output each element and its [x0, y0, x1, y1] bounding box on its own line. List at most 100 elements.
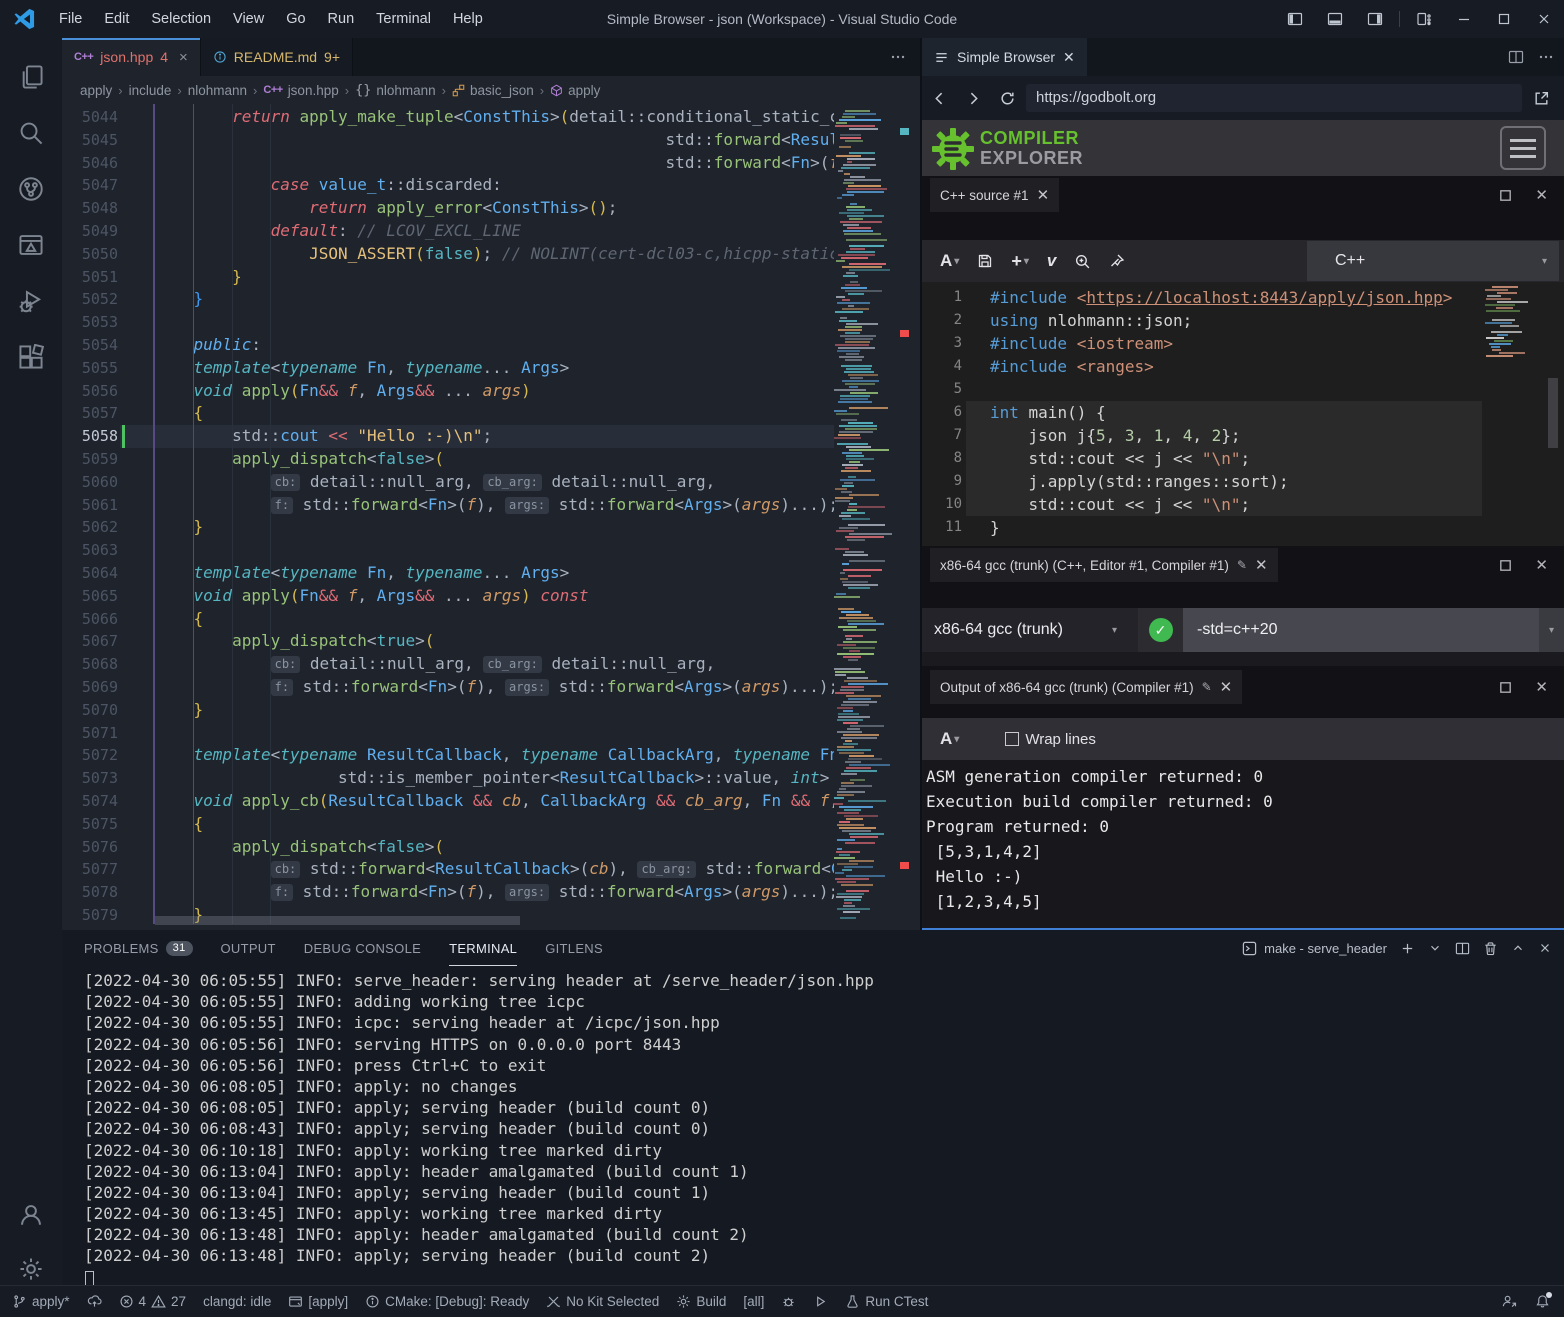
- activity-extensions-icon[interactable]: [0, 332, 62, 382]
- horizontal-scrollbar[interactable]: [155, 916, 520, 925]
- font-size-button[interactable]: A▾: [940, 251, 959, 271]
- minimize-icon[interactable]: [1444, 0, 1484, 38]
- status-bug[interactable]: [781, 1294, 796, 1309]
- minimap[interactable]: [832, 104, 894, 930]
- tab-json.hpp[interactable]: C++json.hpp4×: [62, 38, 201, 76]
- editor-actions[interactable]: [890, 38, 906, 76]
- language-select[interactable]: C++ ▾: [1307, 241, 1559, 281]
- cursor-jump-icon[interactable]: [1109, 253, 1125, 269]
- breadcrumb-item-include[interactable]: include: [129, 83, 172, 98]
- menu-run[interactable]: Run: [317, 0, 366, 38]
- menu-go[interactable]: Go: [275, 0, 316, 38]
- status-play[interactable]: [813, 1294, 828, 1309]
- maximize-icon[interactable]: [1484, 0, 1524, 38]
- close-pane-icon[interactable]: ✕: [1535, 186, 1548, 204]
- activity-account-icon[interactable]: [0, 1190, 62, 1240]
- forward-icon[interactable]: [956, 90, 990, 107]
- compiler-pane-tab[interactable]: x86-64 gcc (trunk) (C++, Editor #1, Comp…: [930, 548, 1278, 582]
- status-bell[interactable]: [1535, 1294, 1550, 1309]
- status-4[interactable]: 427: [119, 1294, 187, 1309]
- customize-layout-icon[interactable]: [1404, 0, 1444, 38]
- menu-help[interactable]: Help: [442, 0, 494, 38]
- breadcrumb-item-nlohmann[interactable]: nlohmann: [188, 83, 247, 98]
- layout-sidebar-left-icon[interactable]: [1275, 0, 1315, 38]
- source-pane-tab[interactable]: C++ source #1 ✕: [930, 178, 1059, 212]
- status-run-ctest[interactable]: Run CTest: [845, 1294, 928, 1309]
- breadcrumb-item-jsonhpp[interactable]: C++json.hpp: [263, 83, 338, 98]
- tab-simple-browser[interactable]: Simple Browser ✕: [922, 38, 1087, 76]
- close-panel-icon[interactable]: [1538, 941, 1552, 955]
- maximize-panel-icon[interactable]: [1511, 941, 1525, 955]
- layout-sidebar-right-icon[interactable]: [1355, 0, 1395, 38]
- maximize-pane-icon[interactable]: [1498, 680, 1513, 695]
- hamburger-menu-icon[interactable]: [1500, 126, 1546, 170]
- output-pane-tab[interactable]: Output of x86-64 gcc (trunk) (Compiler #…: [930, 670, 1242, 704]
- panel-tab-terminal[interactable]: TERMINAL: [449, 930, 517, 966]
- panel-tab-problems[interactable]: PROBLEMS31: [84, 930, 193, 966]
- tab-readme.md[interactable]: README.md9+: [201, 38, 353, 76]
- activity-files-icon[interactable]: [0, 52, 62, 102]
- maximize-pane-icon[interactable]: [1498, 188, 1513, 203]
- close-pane-icon[interactable]: ✕: [1535, 556, 1548, 574]
- activity-source-control-icon[interactable]: [0, 164, 62, 214]
- compiler-args-input[interactable]: -std=c++20: [1183, 608, 1539, 652]
- wrap-lines-checkbox[interactable]: [1005, 732, 1019, 746]
- panel-tab-debug-console[interactable]: DEBUG CONSOLE: [304, 930, 421, 966]
- new-terminal-icon[interactable]: [1400, 941, 1415, 956]
- rename-icon[interactable]: ✎: [1202, 680, 1212, 694]
- rename-icon[interactable]: ✎: [1237, 558, 1247, 572]
- more-actions-icon[interactable]: [1538, 49, 1554, 65]
- close-window-icon[interactable]: [1524, 0, 1564, 38]
- breadcrumb-item-nlohmann[interactable]: {}nlohmann: [355, 82, 436, 98]
- activity-search-icon[interactable]: [0, 108, 62, 158]
- close-icon[interactable]: ✕: [1063, 49, 1075, 66]
- close-icon[interactable]: ✕: [1255, 556, 1268, 574]
- save-icon[interactable]: [977, 253, 993, 269]
- terminal-picker[interactable]: make - serve_header: [1242, 941, 1387, 956]
- split-editor-icon[interactable]: [1508, 49, 1524, 65]
- status-no-kit-selected[interactable]: No Kit Selected: [546, 1294, 659, 1309]
- status-cmake-debug-ready[interactable]: CMake: [Debug]: Ready: [365, 1294, 529, 1309]
- breadcrumb-item-apply[interactable]: apply: [80, 83, 112, 98]
- menu-edit[interactable]: Edit: [93, 0, 140, 38]
- menu-terminal[interactable]: Terminal: [365, 0, 442, 38]
- godbolt-scrollbar[interactable]: [1548, 378, 1558, 448]
- status-feedback[interactable]: [1502, 1294, 1517, 1309]
- open-external-icon[interactable]: [1524, 90, 1558, 107]
- status-all[interactable]: [all]: [743, 1294, 764, 1309]
- panel-tab-gitlens[interactable]: GITLENS: [545, 930, 603, 966]
- status-build[interactable]: Build: [676, 1294, 726, 1309]
- args-dropdown-icon[interactable]: ▾: [1539, 608, 1564, 652]
- layout-panel-icon[interactable]: [1315, 0, 1355, 38]
- close-icon[interactable]: ✕: [1220, 678, 1233, 696]
- url-input[interactable]: https://godbolt.org: [1026, 84, 1522, 112]
- split-terminal-icon[interactable]: [1455, 941, 1470, 956]
- status-clangd-idle[interactable]: clangd: idle: [203, 1294, 271, 1309]
- font-size-button[interactable]: A▾: [940, 729, 959, 749]
- close-icon[interactable]: ✕: [1037, 186, 1050, 204]
- menu-file[interactable]: File: [48, 0, 93, 38]
- status-apply[interactable]: [apply]: [288, 1294, 348, 1309]
- reload-icon[interactable]: [990, 90, 1024, 107]
- status-publish[interactable]: [87, 1294, 102, 1309]
- panel-tab-output[interactable]: OUTPUT: [221, 930, 276, 966]
- add-pane-button[interactable]: +▾: [1011, 251, 1029, 272]
- breadcrumb-item-basic_json[interactable]: basic_json: [452, 83, 534, 98]
- terminal-output[interactable]: [2022-04-30 06:05:55] INFO: serve_header…: [62, 970, 1564, 1285]
- chevron-down-icon[interactable]: [1428, 941, 1442, 955]
- compiler-select[interactable]: x86-64 gcc (trunk): [922, 621, 1063, 639]
- activity-test-window-icon[interactable]: [0, 220, 62, 270]
- godbolt-source-editor[interactable]: 1#include <https://localhost:8443/apply/…: [922, 282, 1564, 546]
- breadcrumb-item-apply[interactable]: apply: [550, 83, 600, 98]
- activity-run-debug-icon[interactable]: [0, 276, 62, 326]
- menu-view[interactable]: View: [222, 0, 275, 38]
- menu-selection[interactable]: Selection: [140, 0, 222, 38]
- overview-ruler[interactable]: [894, 104, 920, 930]
- maximize-pane-icon[interactable]: [1498, 558, 1513, 573]
- close-pane-icon[interactable]: ✕: [1535, 678, 1548, 696]
- code-editor[interactable]: 5044 return apply_make_tuple<ConstThis>(…: [62, 104, 920, 930]
- search-icon[interactable]: [1074, 253, 1091, 270]
- vim-mode-icon[interactable]: v: [1047, 251, 1056, 271]
- kill-terminal-icon[interactable]: [1483, 941, 1498, 956]
- back-icon[interactable]: [922, 90, 956, 107]
